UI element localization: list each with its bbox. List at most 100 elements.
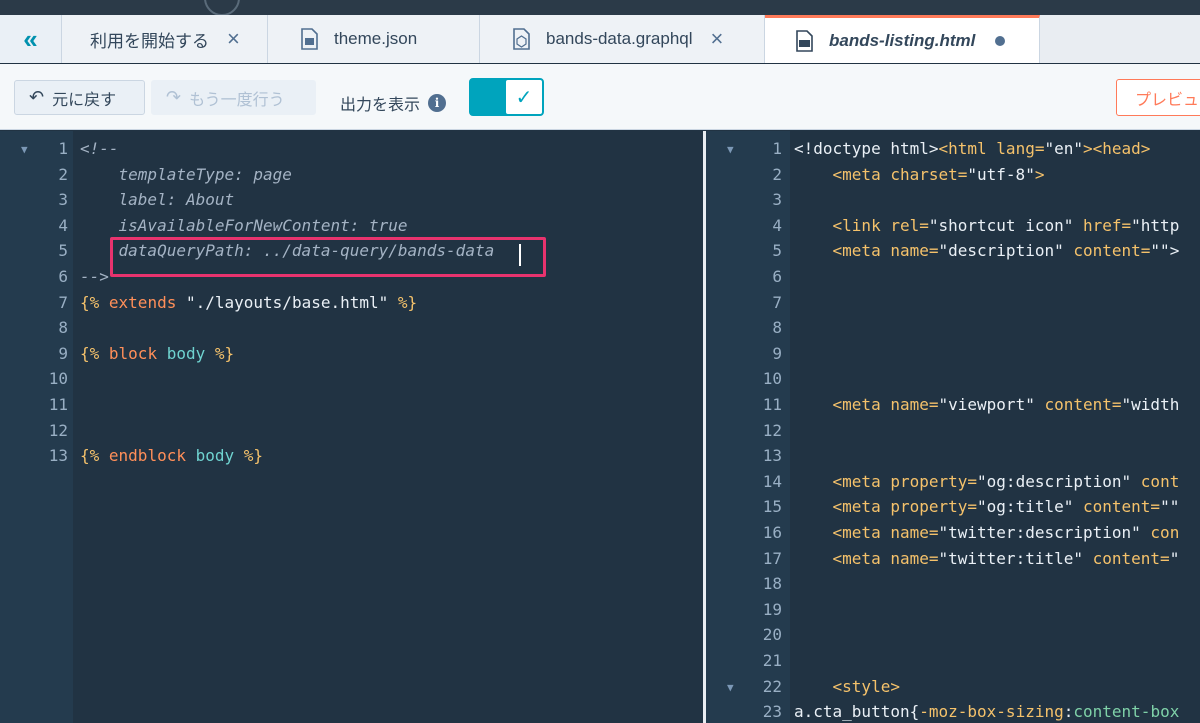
redo-button[interactable]: ↷ もう一度行う — [151, 80, 316, 115]
code-token: endblock — [108, 446, 186, 466]
code-text: {% extends "./layouts/base.html" %} — [80, 293, 417, 312]
code-token: dataQueryPath: ../data-query/bands-data — [80, 241, 495, 261]
code-line[interactable]: 11 <meta name="viewport" content="width — [706, 395, 1200, 421]
code-text: <meta name="twitter:description" con — [794, 523, 1180, 542]
tab-bands-listing-html[interactable]: bands-listing.html — [765, 15, 1040, 63]
code-line[interactable]: 10 — [0, 369, 703, 395]
code-line[interactable]: 19 — [706, 600, 1200, 626]
code-text: {% endblock body %} — [80, 446, 263, 465]
line-number: 3 — [772, 190, 782, 210]
code-line[interactable]: 18 — [706, 574, 1200, 600]
code-token: <style> — [794, 676, 900, 696]
code-line[interactable]: 9 — [706, 344, 1200, 370]
code-line[interactable]: 4 <link rel="shortcut icon" href="http — [706, 216, 1200, 242]
code-token: lang= — [996, 139, 1045, 158]
code-line[interactable]: 6 --> — [0, 267, 703, 293]
output-code-viewer[interactable]: ▼ 1 <!doctype html><html lang="en"><head> 2… — [706, 131, 1200, 723]
code-line[interactable]: ▼ 22 <style> — [706, 677, 1200, 703]
code-token: con — [1150, 523, 1180, 542]
code-token: " — [1169, 548, 1180, 568]
line-number: 6 — [58, 267, 68, 286]
code-token: "./layouts/base.html" — [176, 292, 398, 312]
preview-button[interactable]: プレビュ — [1116, 79, 1200, 116]
code-line[interactable]: 2 <meta charset="utf-8"> — [706, 165, 1200, 191]
code-token: property= — [890, 471, 978, 491]
code-line[interactable]: 15 <meta property="og:title" content="" — [706, 497, 1200, 523]
undo-icon: ↶ — [29, 87, 45, 107]
json-file-icon — [298, 27, 320, 51]
code-line[interactable]: 5 <meta name="description" content=""> — [706, 241, 1200, 267]
line-number: 10 — [762, 369, 782, 389]
window-top-strip — [0, 0, 1200, 15]
collapse-sidebar-button[interactable]: « — [0, 15, 62, 63]
show-output-text: 出力を表示 — [340, 97, 421, 114]
undo-button[interactable]: ↶ 元に戻す — [14, 80, 145, 115]
tab-bar: « 利用を開始する × theme.json bands-data.graphq… — [0, 15, 1200, 63]
line-number: 2 — [58, 164, 68, 184]
code-token: %} — [243, 446, 264, 466]
line-number: 8 — [772, 318, 782, 338]
line-number: 5 — [58, 241, 68, 261]
code-line[interactable]: 13 — [706, 446, 1200, 472]
show-output-toggle[interactable]: ✓ — [469, 78, 544, 116]
code-line[interactable]: 21 — [706, 651, 1200, 677]
source-code-editor[interactable]: ▼ 1 <!-- 2 templateType: page 3 label: About… — [0, 131, 703, 723]
code-token: <meta — [794, 523, 891, 542]
code-line[interactable]: 14 <meta property="og:description" cont — [706, 472, 1200, 498]
code-line[interactable]: 6 — [706, 267, 1200, 293]
line-number: 13 — [762, 446, 782, 466]
code-token: {% — [80, 292, 109, 312]
code-line[interactable]: 3 label: About — [0, 190, 703, 216]
tab-getting-started[interactable]: 利用を開始する × — [62, 15, 268, 63]
code-token: <!-- — [80, 139, 119, 158]
code-line[interactable]: 8 — [706, 318, 1200, 344]
code-token: <meta — [794, 395, 891, 414]
line-number: 10 — [48, 369, 68, 389]
code-text: <!-- — [80, 139, 119, 158]
code-text: --> — [80, 267, 109, 286]
code-line[interactable]: 5 dataQueryPath: ../data-query/bands-dat… — [0, 241, 703, 267]
undo-label: 元に戻す — [52, 91, 117, 109]
code-line[interactable]: 17 <meta name="twitter:title" content=" — [706, 549, 1200, 575]
code-token: "width — [1121, 395, 1180, 414]
code-line[interactable]: 4 isAvailableForNewContent: true — [0, 216, 703, 242]
code-line[interactable]: 13 {% endblock body %} — [0, 446, 703, 472]
line-number: 11 — [762, 395, 782, 414]
code-line[interactable]: 2 templateType: page — [0, 165, 703, 191]
code-token: <meta — [794, 548, 891, 568]
code-line[interactable]: 16 <meta name="twitter:description" con — [706, 523, 1200, 549]
code-token: ><head> — [1083, 139, 1151, 158]
code-line[interactable]: 3 — [706, 190, 1200, 216]
code-line[interactable]: 10 — [706, 369, 1200, 395]
close-icon[interactable]: × — [711, 28, 724, 50]
code-line[interactable]: 8 — [0, 318, 703, 344]
code-line[interactable]: 11 — [0, 395, 703, 421]
code-token: "shortcut icon" — [928, 215, 1083, 235]
tab-bands-data-graphql[interactable]: bands-data.graphql × — [480, 15, 765, 63]
code-line[interactable]: 23 a.cta_button{-moz-box-sizing:content-b… — [706, 702, 1200, 723]
code-line[interactable]: ▼ 1 <!-- — [0, 139, 703, 165]
code-line[interactable]: 20 — [706, 625, 1200, 651]
code-token: block — [108, 343, 158, 363]
code-line[interactable]: ▼ 1 <!doctype html><html lang="en"><head> — [706, 139, 1200, 165]
line-number: 14 — [762, 471, 782, 491]
line-number: 18 — [762, 574, 782, 594]
tab-theme-json[interactable]: theme.json — [268, 15, 480, 63]
close-icon[interactable]: × — [227, 28, 240, 50]
checkmark-icon: ✓ — [505, 79, 543, 115]
tabbar-empty-space — [1040, 15, 1200, 63]
code-text: templateType: page — [80, 165, 292, 184]
code-line[interactable]: 7 {% extends "./layouts/base.html" %} — [0, 293, 703, 319]
code-line[interactable]: 12 — [706, 421, 1200, 447]
code-line[interactable]: 9 {% block body %} — [0, 344, 703, 370]
code-token: %} — [214, 343, 235, 363]
code-line[interactable]: 7 — [706, 293, 1200, 319]
line-number: 1 — [772, 139, 782, 158]
info-icon[interactable]: i — [428, 94, 447, 112]
code-token: "og:title" — [977, 497, 1083, 517]
code-text: <style> — [794, 677, 900, 696]
code-line[interactable]: 12 — [0, 421, 703, 447]
code-token: "viewport" — [938, 395, 1045, 414]
tab-label: 利用を開始する — [90, 31, 209, 51]
code-text: <meta property="og:description" cont — [794, 471, 1180, 491]
